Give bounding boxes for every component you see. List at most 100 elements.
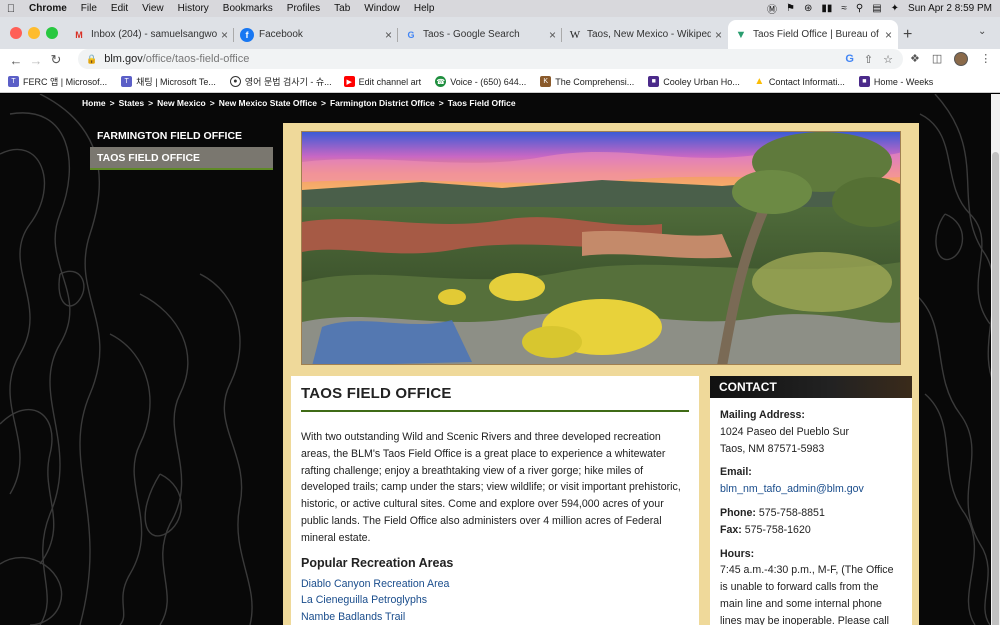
google-lens-icon[interactable]: G: [845, 53, 854, 66]
bookmark-contact-info[interactable]: ▲ Contact Informati...: [754, 76, 844, 87]
tab-gmail[interactable]: M Inbox (204) - samuelsangwon ×: [66, 20, 234, 49]
new-tab-button[interactable]: +: [903, 26, 912, 44]
fax-label: Fax:: [720, 523, 742, 536]
breadcrumb-taos-field-office[interactable]: Taos Field Office: [448, 98, 516, 108]
share-icon[interactable]: ⇧: [864, 53, 873, 66]
bookmark-label: 채팅 | Microsoft Te...: [136, 77, 216, 87]
tab-search-icon[interactable]: ⌄: [978, 26, 986, 37]
tab-title: Taos Field Office | Bureau of La: [753, 29, 881, 40]
url-text[interactable]: blm.gov/office/taos-field-office: [104, 53, 249, 65]
bookmark-label: Edit channel art: [358, 76, 422, 87]
contact-body: Mailing Address: 1024 Paseo del Pueblo S…: [710, 398, 912, 625]
bookmark-label: Voice - (650) 644...: [450, 76, 527, 87]
breadcrumb-separator: >: [209, 98, 215, 108]
fax-row: Fax: 575-758-1620: [720, 522, 902, 539]
control-center-icon[interactable]: ▤: [872, 3, 881, 14]
bookmark-teams-chat[interactable]: T 채팅 | Microsoft Te...: [121, 75, 216, 88]
intro-paragraph: With two outstanding Wild and Scenic Riv…: [301, 431, 681, 544]
bookmark-ferc[interactable]: T FERC 앱 | Microsof...: [8, 75, 107, 88]
menu-view[interactable]: View: [135, 3, 171, 14]
menu-tab[interactable]: Tab: [327, 3, 357, 14]
menu-kebab-icon[interactable]: ⋮: [980, 52, 991, 66]
menu-edit[interactable]: Edit: [104, 3, 135, 14]
breadcrumb-home[interactable]: Home: [82, 98, 106, 108]
recreation-links: Diablo Canyon Recreation Area La Cienegu…: [301, 576, 689, 625]
email-label: Email:: [720, 466, 752, 479]
menu-help[interactable]: Help: [407, 3, 442, 14]
bookmark-weeks[interactable]: ■ Home - Weeks: [858, 76, 933, 87]
battery-icon[interactable]: ▮▮: [821, 3, 832, 14]
sidenav-label: Taos Field Office: [97, 151, 201, 164]
profile-avatar[interactable]: [954, 52, 969, 66]
blm-icon: ▼: [735, 28, 747, 41]
close-icon[interactable]: ×: [715, 28, 722, 42]
youtube-icon: ▶: [343, 76, 355, 87]
menu-window[interactable]: Window: [357, 3, 407, 14]
page-title: TAOS FIELD OFFICE: [301, 385, 689, 412]
close-icon[interactable]: ×: [549, 28, 556, 42]
status-area: Ⓜ ⚑ ⊛ ▮▮ ≈ ⚲ ▤ ✦ Sun Apr 2 8:59 PM: [767, 1, 1000, 16]
m-app-icon[interactable]: Ⓜ: [767, 1, 777, 16]
breadcrumb-new-mexico[interactable]: New Mexico: [157, 98, 206, 108]
bookmark-youtube[interactable]: ▶ Edit channel art: [343, 76, 422, 87]
browser-toolbar: ← → ↻ 🔒 blm.gov/office/taos-field-office…: [0, 49, 1000, 71]
bluetooth-icon[interactable]: ⊛: [804, 3, 812, 14]
clock[interactable]: Sun Apr 2 8:59 PM: [908, 3, 992, 14]
link-diablo-canyon[interactable]: Diablo Canyon Recreation Area: [301, 576, 689, 593]
page-scrollbar[interactable]: [991, 94, 1000, 625]
link-la-cieneguilla[interactable]: La Cieneguilla Petroglyphs: [301, 592, 689, 609]
bookmark-grammar[interactable]: ● 영어 문법 검사기 - 슈...: [229, 75, 332, 88]
bookmark-comprehensive[interactable]: K The Comprehensi...: [540, 76, 634, 87]
forward-icon[interactable]: →: [26, 53, 46, 68]
search-icon[interactable]: ⚲: [856, 3, 863, 14]
phone-number[interactable]: 575-758-8851: [759, 507, 825, 519]
bookmark-star-icon[interactable]: ☆: [883, 53, 893, 66]
menu-history[interactable]: History: [171, 3, 216, 14]
address-bar[interactable]: 🔒 blm.gov/office/taos-field-office G ⇧ ☆: [78, 49, 903, 69]
web-page: Home > States > New Mexico > New Mexico State …: [0, 94, 1000, 625]
bookmarks-bar: T FERC 앱 | Microsof... T 채팅 | Microsoft Te…: [0, 71, 1000, 93]
menu-bookmarks[interactable]: Bookmarks: [216, 3, 280, 14]
drive-icon: ▲: [754, 76, 765, 87]
close-icon[interactable]: ×: [885, 28, 892, 42]
bookmark-cooley[interactable]: ■ Cooley Urban Ho...: [648, 76, 740, 87]
wifi-icon[interactable]: ≈: [841, 3, 847, 14]
minimize-window-button[interactable]: [28, 27, 40, 39]
close-window-button[interactable]: [10, 27, 22, 39]
phone-label: Phone:: [720, 506, 756, 519]
close-icon[interactable]: ×: [221, 28, 228, 42]
back-icon[interactable]: ←: [6, 53, 26, 68]
lock-icon[interactable]: 🔒: [86, 54, 97, 65]
zoom-window-button[interactable]: [46, 27, 58, 39]
side-panel-icon[interactable]: ◫: [932, 52, 942, 66]
breadcrumb-nm-state-office[interactable]: New Mexico State Office: [219, 98, 317, 108]
sidenav-item-taos-active[interactable]: Taos Field Office: [90, 147, 273, 170]
breadcrumb-states[interactable]: States: [119, 98, 145, 108]
breadcrumb-farmington-district[interactable]: Farmington District Office: [330, 98, 435, 108]
menu-file[interactable]: File: [74, 3, 104, 14]
tab-facebook[interactable]: f Facebook ×: [234, 20, 398, 49]
tab-google-search[interactable]: G Taos - Google Search ×: [398, 20, 562, 49]
teams-icon: T: [121, 76, 133, 87]
hours-text: 7:45 a.m.-4:30 p.m., M-F, (The Office is…: [720, 564, 894, 625]
menu-profiles[interactable]: Profiles: [280, 3, 327, 14]
fax-number: 575-758-1620: [744, 523, 811, 536]
bookmark-voice[interactable]: ☎ Voice - (650) 644...: [435, 76, 526, 87]
scrollbar-thumb[interactable]: [992, 152, 999, 625]
extensions-icon[interactable]: ❖: [910, 52, 920, 66]
close-icon[interactable]: ×: [385, 28, 392, 42]
bookmark-label: Cooley Urban Ho...: [663, 76, 740, 87]
apple-icon[interactable]: : [0, 3, 22, 15]
flag-icon[interactable]: ⚑: [786, 3, 795, 14]
tab-blm-active[interactable]: ▼ Taos Field Office | Bureau of La ×: [728, 20, 898, 49]
siri-icon[interactable]: ✦: [891, 3, 899, 14]
menu-app-name[interactable]: Chrome: [22, 3, 74, 14]
breadcrumb-separator: >: [320, 98, 326, 108]
link-nambe-badlands[interactable]: Nambe Badlands Trail: [301, 609, 689, 625]
sidenav-item-farmington[interactable]: Farmington Field Office: [90, 124, 273, 147]
browser-window:  Chrome File Edit View History Bookmark…: [0, 0, 1000, 625]
email-link[interactable]: blm_nm_tafo_admin@blm.gov: [720, 483, 864, 495]
tab-wikipedia[interactable]: W Taos, New Mexico - Wikipedia ×: [562, 20, 728, 49]
reload-icon[interactable]: ↻: [46, 52, 66, 68]
